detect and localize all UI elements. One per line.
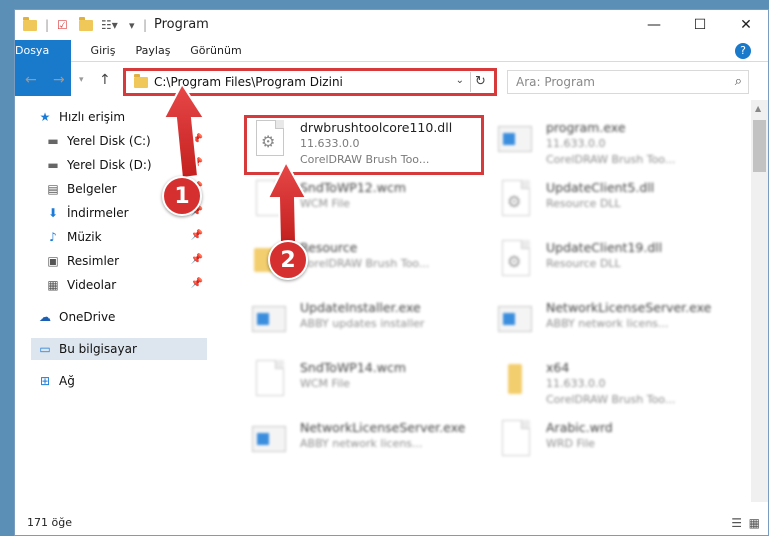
annotation-arrows (162, 82, 308, 243)
arrow-1 (162, 82, 206, 180)
step-badge-2: 2 (268, 240, 308, 280)
arrow-2 (266, 159, 308, 243)
step-badge-1: 1 (162, 176, 202, 216)
